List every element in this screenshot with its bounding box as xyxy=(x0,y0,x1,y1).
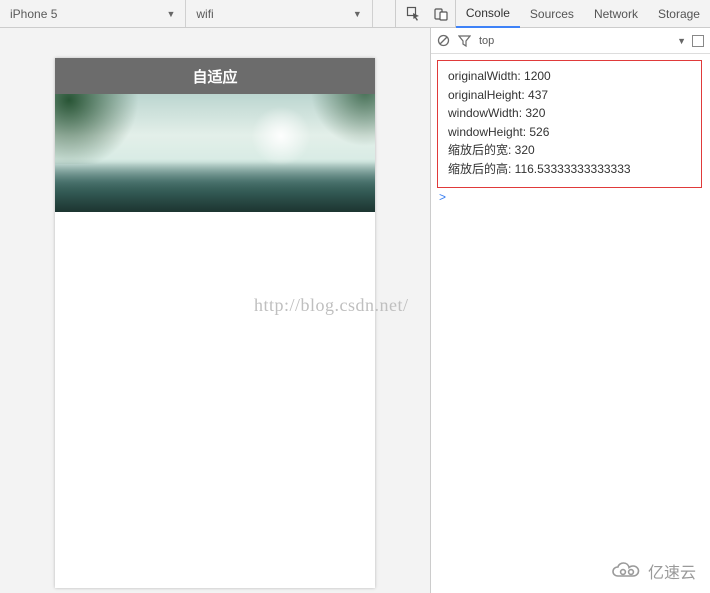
console-line: windowHeight: 526 xyxy=(448,123,691,142)
app-header: 自适应 xyxy=(55,58,375,94)
mountain-decoration xyxy=(55,162,375,212)
network-dropdown[interactable]: wifi ▼ xyxy=(186,0,372,27)
light-flare-decoration xyxy=(251,106,311,166)
cloud-icon xyxy=(610,561,644,581)
main-area: 自适应 top ▼ xyxy=(0,28,710,593)
clear-console-icon[interactable] xyxy=(437,34,450,47)
device-frame: 自适应 xyxy=(55,58,375,588)
console-filter-bar: top ▼ xyxy=(431,28,710,54)
device-toggle-icon[interactable] xyxy=(428,0,456,28)
devtools-panel: top ▼ originalWidth: 1200 originalHeight… xyxy=(430,28,710,593)
console-prompt[interactable]: > xyxy=(431,188,710,204)
inspect-element-icon[interactable] xyxy=(400,0,428,28)
toolbar-spacer xyxy=(373,0,395,27)
toolbar-divider xyxy=(395,0,396,27)
brand-logo: 亿速云 xyxy=(610,559,696,583)
chevron-down-icon: ▼ xyxy=(353,9,362,19)
brand-name: 亿速云 xyxy=(648,559,696,583)
settings-gear-icon[interactable] xyxy=(692,35,704,47)
tab-sources[interactable]: Sources xyxy=(520,0,584,28)
console-line: originalWidth: 1200 xyxy=(448,67,691,86)
tab-console[interactable]: Console xyxy=(456,0,520,28)
device-dropdown-label: iPhone 5 xyxy=(10,7,57,21)
chevron-down-icon[interactable]: ▼ xyxy=(677,36,686,46)
tab-network[interactable]: Network xyxy=(584,0,648,28)
console-line: 缩放后的宽: 320 xyxy=(448,141,691,160)
console-line: originalHeight: 437 xyxy=(448,86,691,105)
hero-image xyxy=(55,94,375,212)
context-selector[interactable]: top xyxy=(479,35,494,47)
filter-icon[interactable] xyxy=(458,35,471,47)
devtools-tabbar: Console Sources Network Storage xyxy=(400,0,710,27)
console-output: originalWidth: 1200 originalHeight: 437 … xyxy=(437,60,702,188)
device-preview-pane: 自适应 xyxy=(0,28,430,593)
chevron-down-icon: ▼ xyxy=(166,9,175,19)
top-toolbar: iPhone 5 ▼ wifi ▼ Console Sources Networ… xyxy=(0,0,710,28)
network-dropdown-label: wifi xyxy=(196,7,213,21)
app-header-title: 自适应 xyxy=(192,66,237,87)
tab-storage[interactable]: Storage xyxy=(648,0,710,28)
bamboo-leaves-decoration xyxy=(55,94,165,164)
console-line: 缩放后的高: 116.53333333333333 xyxy=(448,160,691,179)
console-line: windowWidth: 320 xyxy=(448,104,691,123)
prompt-caret-icon: > xyxy=(439,190,446,204)
device-dropdown[interactable]: iPhone 5 ▼ xyxy=(0,0,186,27)
